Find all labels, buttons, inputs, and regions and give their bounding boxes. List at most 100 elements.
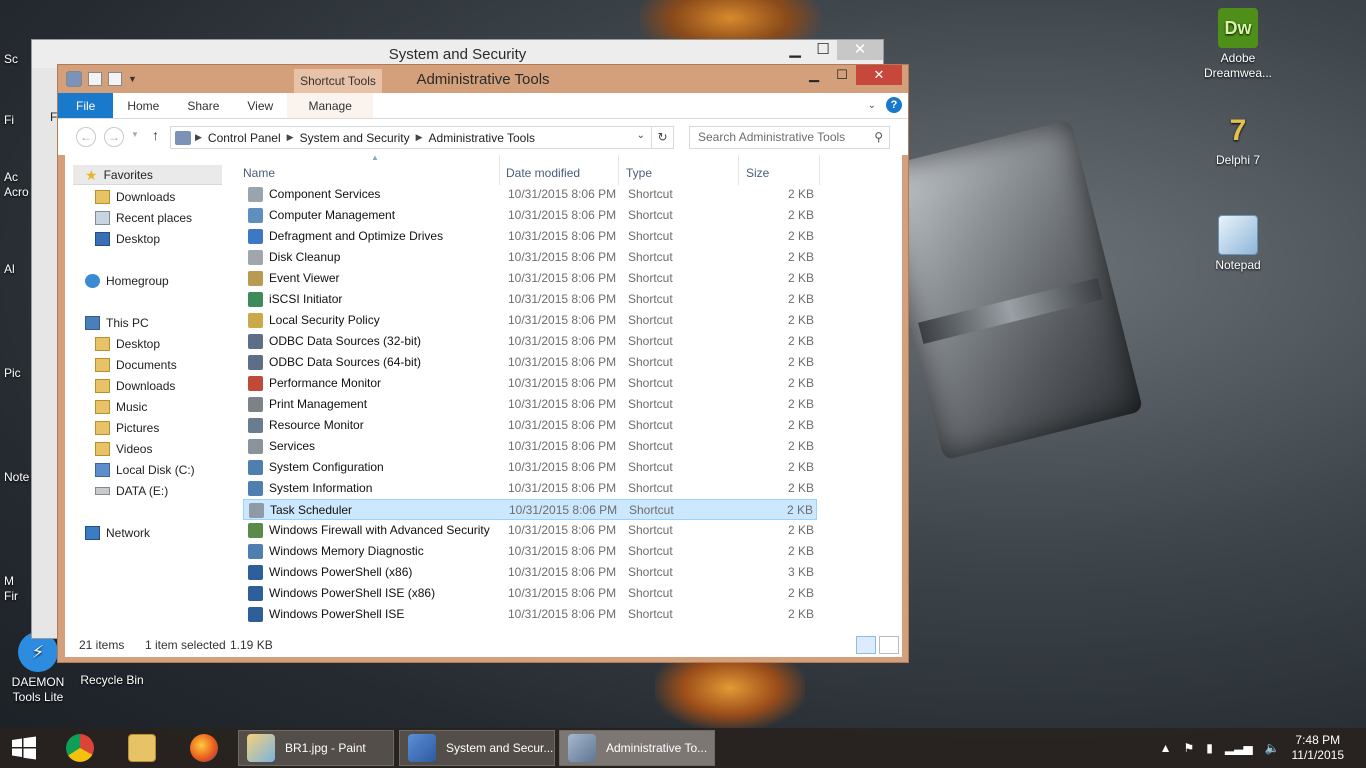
nav-pc-local-disk[interactable]: Local Disk (C:) [95,460,195,480]
column-header-name[interactable]: Name [243,163,275,183]
table-row[interactable]: Windows PowerShell ISE (x86) 10/31/2015 8… [243,583,817,604]
delphi-icon: 7 [1229,113,1247,147]
nav-homegroup[interactable]: Homegroup [85,271,169,291]
table-row[interactable]: Task Scheduler 10/31/2015 8:06 PM Shortcut… [243,499,817,520]
table-row[interactable]: Event Viewer 10/31/2015 8:06 PM Shortcut 2 … [243,268,817,289]
table-row[interactable]: Performance Monitor 10/31/2015 8:06 PM Sho… [243,373,817,394]
paint-icon [247,734,275,762]
recent-locations-icon[interactable]: ▼ [131,130,139,139]
maximize-button[interactable]: ☐ [828,65,856,85]
nav-fav-desktop[interactable]: Desktop [95,229,160,249]
table-row[interactable]: Component Services 10/31/2015 8:06 PM Shor… [243,184,817,205]
help-icon[interactable]: ? [886,97,902,113]
nav-pc-desktop[interactable]: Desktop [95,334,160,354]
nav-pc-downloads[interactable]: Downloads [95,376,175,396]
volume-icon[interactable]: 🔈 [1265,741,1280,755]
nav-label: Desktop [116,337,161,351]
shortcut-icon [248,523,263,538]
nav-pc-pictures[interactable]: Pictures [95,418,159,438]
tab-share[interactable]: Share [173,93,233,118]
taskbar-firefox[interactable] [190,730,218,766]
taskbar-chrome[interactable] [66,730,94,766]
table-row[interactable]: Windows PowerShell (x86) 10/31/2015 8:06 … [243,562,817,583]
table-row[interactable]: ODBC Data Sources (32-bit) 10/31/2015 8:0… [243,331,817,352]
nav-pc-documents[interactable]: Documents [95,355,177,375]
table-row[interactable]: Services 10/31/2015 8:06 PM Shortcut 2 KB [243,436,817,457]
table-row[interactable]: System Configuration 10/31/2015 8:06 PM Sh… [243,457,817,478]
large-icons-view-icon[interactable] [879,636,899,654]
file-name: System Information [269,481,373,495]
battery-icon[interactable]: ▮ [1206,741,1213,755]
taskbar-system-security[interactable]: System and Secur... [399,730,555,766]
table-row[interactable]: Defragment and Optimize Drives 10/31/2015… [243,226,817,247]
nav-label: Favorites [103,167,153,182]
desktop-icon-delphi[interactable]: 7 Delphi 7 [1203,110,1273,168]
table-row[interactable]: Local Security Policy 10/31/2015 8:06 PM S… [243,310,817,331]
table-row[interactable]: ODBC Data Sources (64-bit) 10/31/2015 8:0… [243,352,817,373]
nav-fav-recent[interactable]: Recent places [95,208,192,228]
taskbar-admin-tools[interactable]: Administrative To... [559,730,715,766]
close-button[interactable]: ✕ [856,65,902,85]
status-selection: 1 item selected [145,638,226,652]
minimize-button[interactable]: ▁ [800,65,828,85]
column-header-type[interactable]: Type [626,163,652,183]
folder-icon [128,734,156,762]
column-header-size[interactable]: Size [746,163,769,183]
shortcut-icon [248,271,263,286]
table-row[interactable]: Windows Memory Diagnostic 10/31/2015 8:06… [243,541,817,562]
tab-home[interactable]: Home [113,93,173,118]
file-name: Task Scheduler [270,503,353,517]
file-type: Shortcut [628,292,673,306]
action-center-flag-icon[interactable]: ⚑ [1183,741,1194,755]
tab-file[interactable]: File [58,93,114,118]
nav-this-pc[interactable]: This PC [85,313,149,333]
nav-fav-downloads[interactable]: Downloads [95,187,175,207]
desktop-icon-notepad[interactable]: Notepad [1203,215,1273,273]
taskbar-file-explorer[interactable] [128,730,156,766]
address-bar[interactable]: ▶ Control Panel ▶ System and Security ▶ … [170,126,674,149]
breadcrumb-system-security[interactable]: System and Security [294,131,416,145]
table-row[interactable]: System Information 10/31/2015 8:06 PM Shor… [243,478,817,499]
nav-network[interactable]: Network [85,523,150,543]
file-date: 10/31/2015 8:06 PM [508,187,617,201]
column-header-date[interactable]: Date modified [506,163,580,183]
refresh-icon[interactable]: ↻ [651,127,673,148]
up-button[interactable]: ↑ [152,127,159,143]
window-administrative-tools[interactable]: ▼ Shortcut Tools Administrative Tools ▁ … [57,64,909,663]
table-row[interactable]: Computer Management 10/31/2015 8:06 PM Sho… [243,205,817,226]
search-input[interactable]: Search Administrative Tools ⚲ [689,126,890,149]
nav-pc-music[interactable]: Music [95,397,147,417]
forward-button[interactable]: → [104,127,124,147]
address-dropdown-icon[interactable]: ⌄ [637,130,645,141]
table-row[interactable]: Disk Cleanup 10/31/2015 8:06 PM Shortcut 2 … [243,247,817,268]
table-row[interactable]: iSCSI Initiator 10/31/2015 8:06 PM Shortcu… [243,289,817,310]
tab-view[interactable]: View [233,93,287,118]
desktop-icon-dreamweaver[interactable]: Dw Adobe Dreamwea... [1203,8,1273,81]
shortcut-icon [248,544,263,559]
file-size: 2 KB [787,460,814,474]
nav-pc-videos[interactable]: Videos [95,439,152,459]
breadcrumb-admin-tools[interactable]: Administrative Tools [423,131,542,145]
back-button[interactable]: ← [76,127,96,147]
table-row[interactable]: Resource Monitor 10/31/2015 8:06 PM Shortc… [243,415,817,436]
tab-manage[interactable]: Manage [287,93,374,118]
start-button[interactable] [10,730,38,766]
titlebar[interactable]: ▼ Shortcut Tools Administrative Tools ▁ … [58,65,908,93]
taskbar-paint[interactable]: BR1.jpg - Paint [238,730,394,766]
breadcrumb-control-panel[interactable]: Control Panel [202,131,287,145]
table-row[interactable]: Windows Firewall with Advanced Security 1… [243,520,817,541]
show-hidden-icons-icon[interactable]: ▲ [1160,741,1172,755]
expand-ribbon-icon[interactable]: ⌄ [868,100,876,111]
table-row[interactable]: Windows PowerShell ISE 10/31/2015 8:06 PM… [243,604,817,625]
wifi-signal-icon[interactable]: ▂▃▅ [1225,741,1253,755]
back-close-button[interactable]: ✕ [837,40,883,60]
table-row[interactable]: Print Management 10/31/2015 8:06 PM Shortc… [243,394,817,415]
nav-favorites[interactable]: ★ Favorites [73,165,222,185]
nav-pc-data[interactable]: DATA (E:) [95,481,168,501]
details-view-icon[interactable] [856,636,876,654]
back-minimize-button[interactable]: ▁ [781,40,809,60]
clock[interactable]: 7:48 PM 11/1/2015 [1292,733,1345,763]
file-date: 10/31/2015 8:06 PM [508,544,617,558]
back-maximize-button[interactable]: ☐ [809,40,837,60]
desktop-icon-label: Recycle Bin [80,673,144,687]
